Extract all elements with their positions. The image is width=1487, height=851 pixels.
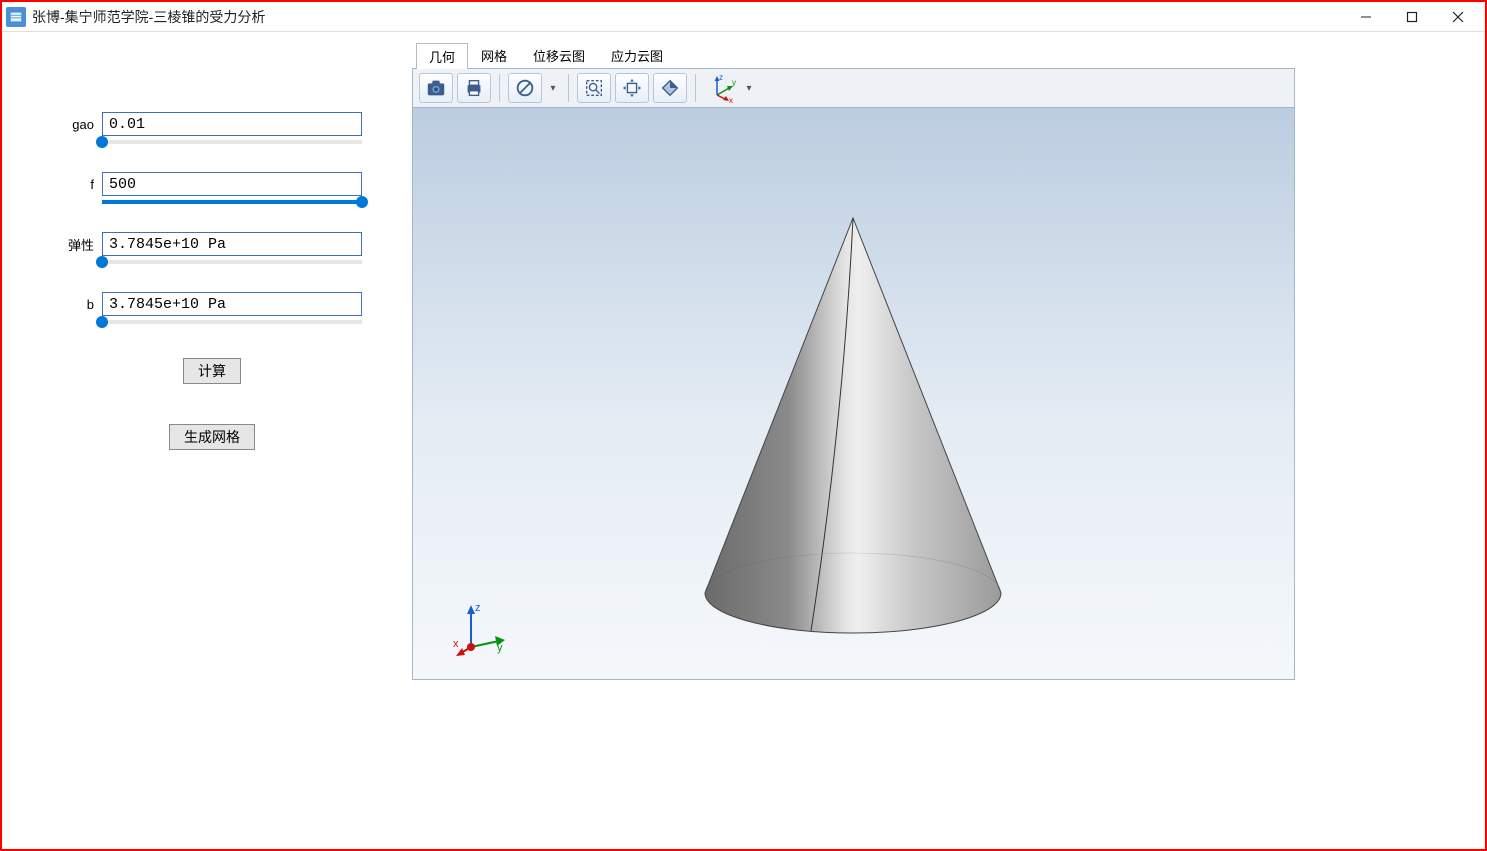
rotate-button[interactable]: [653, 73, 687, 103]
axis-orientation-button[interactable]: z y x: [704, 73, 738, 103]
tab-displacement[interactable]: 位移云图: [520, 42, 598, 68]
tab-geometry[interactable]: 几何: [416, 43, 468, 69]
param-input-elastic[interactable]: [102, 232, 362, 256]
snapshot-button[interactable]: [419, 73, 453, 103]
param-slider-gao[interactable]: [102, 140, 362, 144]
param-slider-f[interactable]: [102, 200, 362, 204]
tab-mesh[interactable]: 网格: [468, 42, 520, 68]
compute-button[interactable]: 计算: [183, 358, 241, 384]
param-input-gao[interactable]: [102, 112, 362, 136]
axis-dropdown[interactable]: ▾: [742, 83, 756, 94]
viewer-toolbar: ▾ z y: [412, 68, 1295, 108]
cone-geometry: [693, 213, 1013, 643]
param-input-b[interactable]: [102, 292, 362, 316]
param-slider-b[interactable]: [102, 320, 362, 324]
param-label-f: f: [62, 177, 102, 192]
close-button[interactable]: [1435, 2, 1481, 32]
maximize-button[interactable]: [1389, 2, 1435, 32]
param-label-b: b: [62, 297, 102, 312]
pan-button[interactable]: [615, 73, 649, 103]
content-area: gao f 弹性: [2, 32, 1485, 849]
viewport-3d[interactable]: z y x: [412, 108, 1295, 680]
svg-text:z: z: [719, 73, 723, 82]
tab-stress[interactable]: 应力云图: [598, 42, 676, 68]
titlebar: 张博-集宁师范学院-三棱锥的受力分析: [2, 2, 1485, 32]
generate-mesh-button[interactable]: 生成网格: [169, 424, 255, 450]
param-label-elastic: 弹性: [62, 235, 102, 254]
param-slider-elastic[interactable]: [102, 260, 362, 264]
minimize-button[interactable]: [1343, 2, 1389, 32]
param-label-gao: gao: [62, 117, 102, 132]
axis-label-z: z: [475, 602, 481, 614]
param-input-f[interactable]: [102, 172, 362, 196]
viewer-panel: 几何 网格 位移云图 应力云图 ▾: [412, 42, 1475, 839]
axis-gizmo: z y x: [453, 599, 513, 659]
print-button[interactable]: [457, 73, 491, 103]
svg-text:y: y: [732, 78, 736, 87]
tab-bar: 几何 网格 位移云图 应力云图: [412, 42, 1295, 68]
transparency-dropdown[interactable]: ▾: [546, 83, 560, 94]
svg-text:x: x: [729, 96, 733, 103]
zoom-extents-button[interactable]: [577, 73, 611, 103]
axis-label-x: x: [453, 638, 459, 650]
window-title: 张博-集宁师范学院-三棱锥的受力分析: [32, 7, 265, 27]
app-icon: [6, 7, 26, 27]
axis-label-y: y: [497, 642, 503, 654]
app-window: 张博-集宁师范学院-三棱锥的受力分析 gao f: [0, 0, 1487, 851]
transparency-button[interactable]: [508, 73, 542, 103]
parameter-panel: gao f 弹性: [12, 42, 412, 839]
